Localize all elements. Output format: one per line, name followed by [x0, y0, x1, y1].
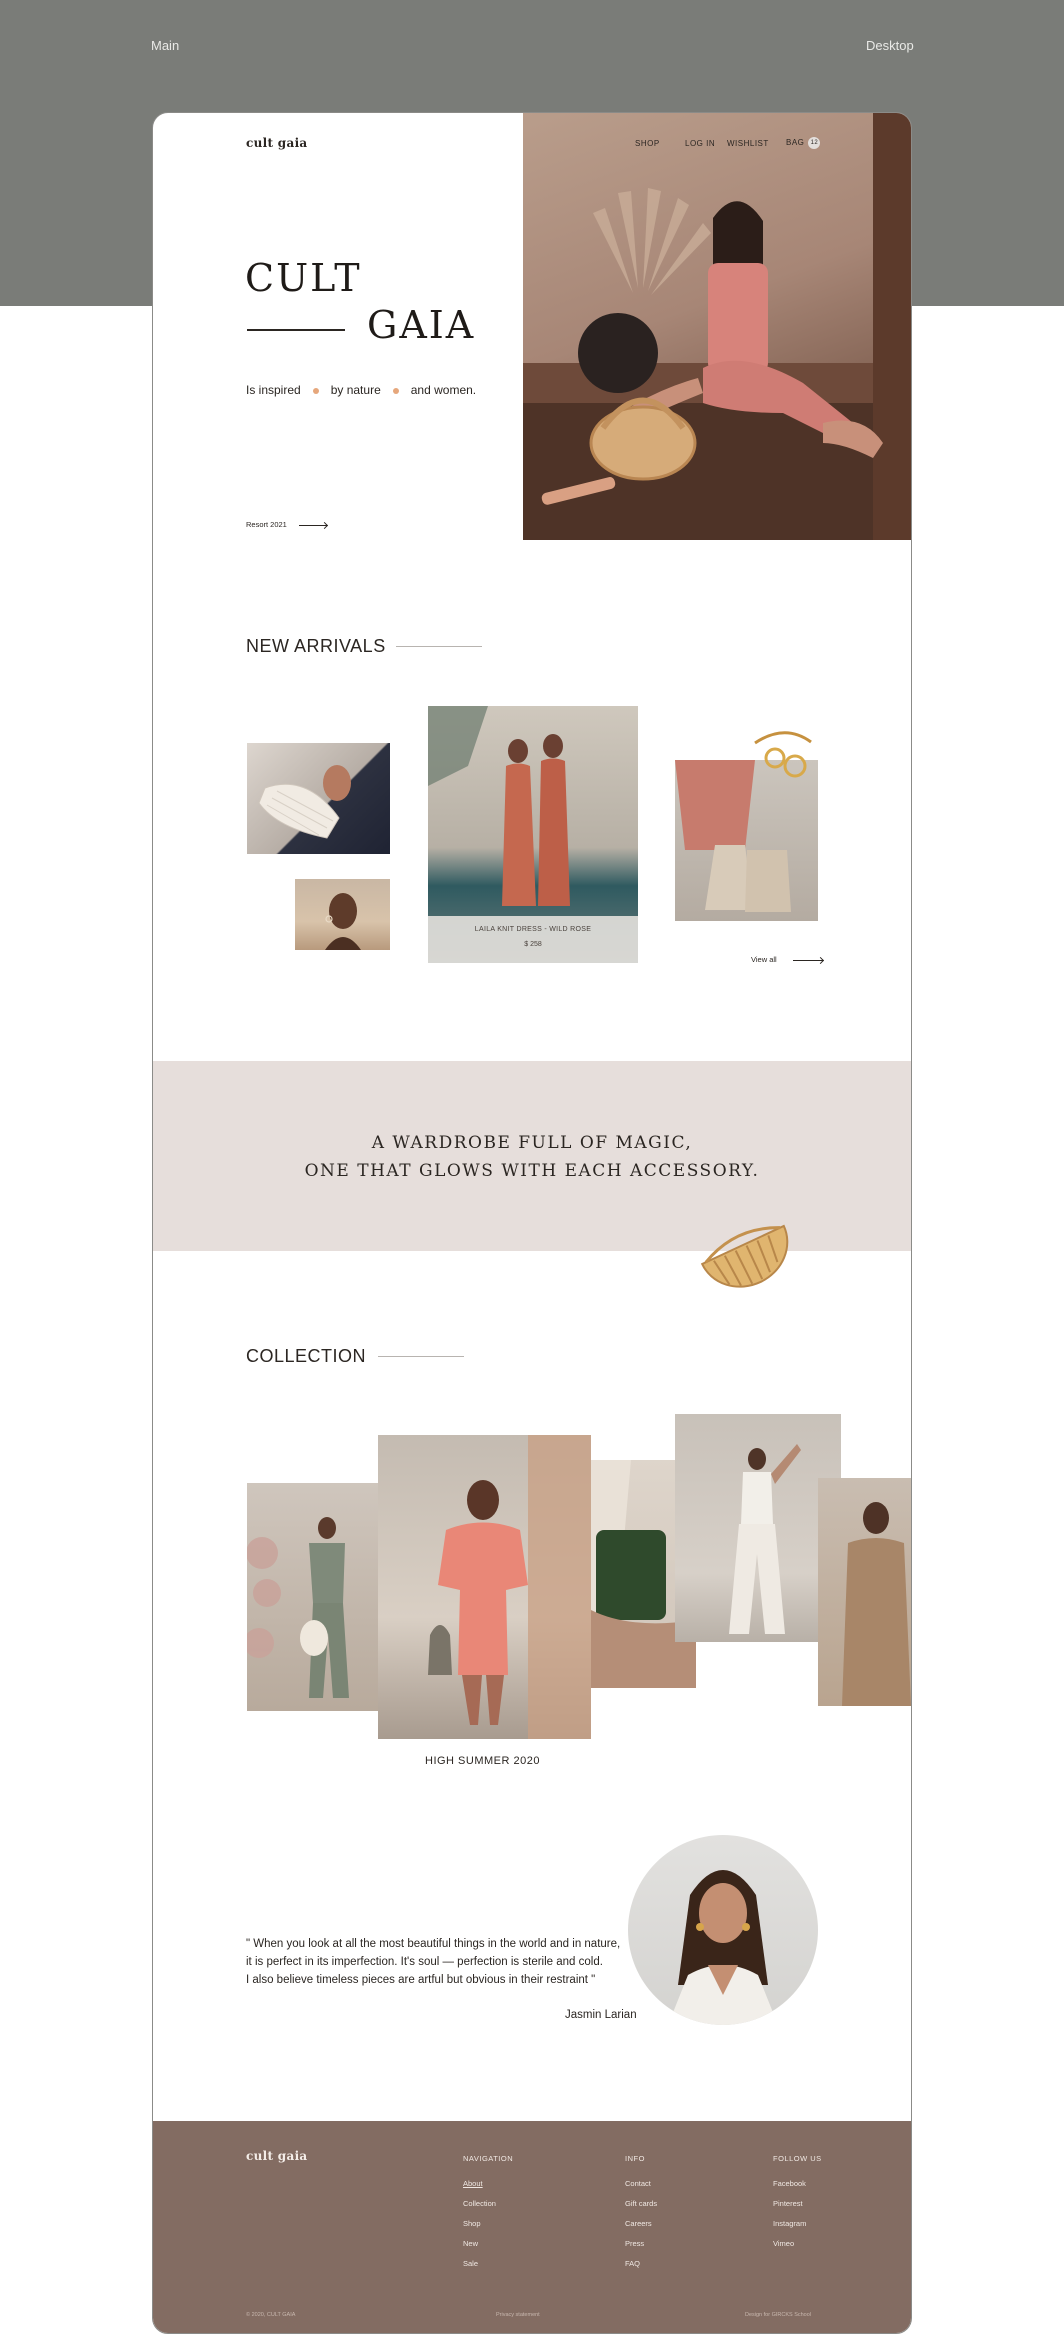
footer-link-pinterest[interactable]: Pinterest: [773, 2199, 822, 2208]
arrival-featured-image[interactable]: LAILA KNIT DRESS - WILD ROSE $ 258: [428, 706, 638, 963]
nav-bag[interactable]: BAG 12: [786, 137, 821, 149]
collection-look-5: [842, 1502, 911, 1706]
banner-line-1: A WARDROBE FULL OF MAGIC,: [371, 1133, 693, 1153]
featured-dress-illustration: [428, 706, 570, 906]
nav-wishlist[interactable]: WISHLIST: [727, 139, 769, 148]
view-all-label: View all: [751, 955, 777, 964]
collection-caption: HIGH SUMMER 2020: [425, 1755, 540, 1767]
banner-line-2: ONE THAT GLOWS WITH EACH ACCESSORY.: [304, 1161, 760, 1181]
footer-link-faq[interactable]: FAQ: [625, 2259, 657, 2268]
footer-link-vimeo[interactable]: Vimeo: [773, 2239, 822, 2248]
canvas-label-main: Main: [151, 38, 180, 53]
footer-link-about[interactable]: About: [463, 2179, 513, 2188]
footer-privacy-link[interactable]: Privacy statement: [496, 2312, 540, 2318]
footer-link-new[interactable]: New: [463, 2239, 513, 2248]
footer-link-gift-cards[interactable]: Gift cards: [625, 2199, 657, 2208]
banner-text: A WARDROBE FULL OF MAGIC, ONE THAT GLOWS…: [153, 1129, 911, 1185]
footer-link-press[interactable]: Press: [625, 2239, 657, 2248]
footer-link-shop[interactable]: Shop: [463, 2219, 513, 2228]
footer-follow-column: FOLLOW US Facebook Pinterest Instagram V…: [773, 2154, 822, 2259]
arrival-shoes-image[interactable]: [675, 760, 818, 921]
canvas-label-desktop: Desktop: [866, 38, 914, 53]
footer-nav-column: NAVIGATION About Collection Shop New Sal…: [463, 2154, 513, 2279]
nav-login[interactable]: LOG IN: [685, 139, 715, 148]
hero-tagline: Is inspired by nature and women.: [246, 383, 476, 397]
featured-label: LAILA KNIT DRESS - WILD ROSE $ 258: [428, 916, 638, 963]
collection-look-4: [729, 1444, 801, 1634]
footer-copyright: © 2020, CULT GAIA: [246, 2312, 296, 2318]
quote-line-2: it is perfect in its imperfection. It's …: [246, 1956, 603, 1968]
collection-image-5[interactable]: [818, 1478, 911, 1706]
desktop-frame: cult gaia SHOP LOG IN WISHLIST BAG 12 CU…: [152, 112, 912, 2334]
footer-link-sale[interactable]: Sale: [463, 2259, 513, 2268]
hero-photo-illustration: [523, 113, 911, 540]
collection-image-2[interactable]: [378, 1435, 591, 1739]
featured-product-name: LAILA KNIT DRESS - WILD ROSE: [474, 926, 592, 933]
quote-line-1: " When you look at all the most beautifu…: [246, 1938, 621, 1950]
arrival-clutch-image[interactable]: [247, 743, 390, 854]
arrow-right-icon: [298, 524, 327, 526]
hero-title-line2: GAIA: [367, 303, 476, 347]
nav-bag-label: BAG: [786, 138, 805, 148]
bamboo-bag-icon: [700, 1224, 789, 1288]
footer-link-facebook[interactable]: Facebook: [773, 2179, 822, 2188]
footer-info-heading: INFO: [625, 2154, 645, 2163]
hero-title-rule: [247, 329, 345, 331]
quote-line-3: I also believe timeless pieces are artfu…: [246, 1974, 596, 1986]
new-arrivals-title: NEW ARRIVALS: [246, 636, 386, 656]
testimonial-quote: " When you look at all the most beautifu…: [246, 1935, 620, 1989]
resort-link-label: Resort 2021: [246, 520, 287, 529]
footer-follow-heading: FOLLOW US: [773, 2154, 822, 2163]
resort-link[interactable]: Resort 2021: [246, 520, 327, 529]
collection-look-2: [428, 1435, 591, 1739]
shoes-illustration: [675, 760, 791, 912]
footer-link-careers[interactable]: Careers: [625, 2219, 657, 2228]
section-rule: [378, 1356, 464, 1357]
collection-title: COLLECTION: [246, 1346, 367, 1366]
footer-info-column: INFO Contact Gift cards Careers Press FA…: [625, 2154, 657, 2279]
footer-logo[interactable]: cult gaia: [246, 2149, 308, 2163]
tagline-part-3: and women.: [410, 383, 477, 397]
founder-portrait: [628, 1835, 818, 2025]
footer-credit: Design for GIRCKS School: [745, 2312, 812, 2318]
founder-portrait-illustration: [668, 1870, 778, 2025]
tagline-part-1: Is inspired: [246, 383, 301, 397]
collection-look-1: [247, 1517, 349, 1698]
section-rule: [396, 646, 482, 647]
nav-shop[interactable]: SHOP: [635, 139, 660, 148]
footer-link-contact[interactable]: Contact: [625, 2179, 657, 2188]
footer-nav-heading: NAVIGATION: [463, 2154, 514, 2163]
hero-image: [523, 113, 911, 540]
site-footer: cult gaia NAVIGATION About Collection Sh…: [153, 2121, 911, 2333]
footer-link-instagram[interactable]: Instagram: [773, 2219, 822, 2228]
accent-dot: [392, 387, 399, 394]
accent-dot: [312, 387, 319, 394]
featured-product-price: $ 258: [524, 941, 542, 948]
collection-image-4[interactable]: [675, 1414, 841, 1642]
portrait-illustration: [325, 893, 361, 950]
arrow-right-icon: [792, 959, 823, 961]
earrings-icon: [754, 731, 812, 778]
footer-link-collection[interactable]: Collection: [463, 2199, 513, 2208]
collection-image-1[interactable]: [247, 1483, 378, 1711]
view-all-link[interactable]: View all: [751, 955, 823, 964]
testimonial-author: Jasmin Larian: [565, 2009, 637, 2021]
clutch-illustration: [258, 765, 351, 839]
arrival-portrait-image[interactable]: [295, 879, 390, 950]
brand-logo[interactable]: cult gaia: [246, 136, 308, 150]
tagline-part-2: by nature: [330, 383, 381, 397]
hero-title-line1: CULT: [245, 256, 362, 300]
bag-count-badge: 12: [808, 137, 821, 149]
